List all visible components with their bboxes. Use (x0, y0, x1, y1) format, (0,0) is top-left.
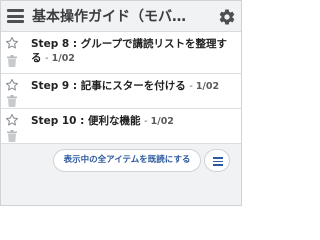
trash-icon[interactable] (7, 55, 17, 67)
item-date: 1/02 (51, 53, 75, 64)
list-item[interactable]: Step 9 : 記事にスターを付ける - 1/02 (1, 74, 241, 109)
header: 基本操作ガイド（モバ… (1, 1, 241, 32)
star-icon[interactable] (5, 113, 19, 127)
app-window: 基本操作ガイド（モバ… Step 8 : グループで講読リストを整理する - 1… (0, 0, 242, 206)
trash-icon[interactable] (7, 95, 17, 107)
list-item[interactable]: Step 8 : グループで講読リストを整理する - 1/02 (1, 32, 241, 74)
star-icon[interactable] (5, 78, 19, 92)
list-item[interactable]: Step 10 : 便利な機能 - 1/02 (1, 109, 241, 144)
list-menu-icon[interactable] (204, 149, 230, 172)
hamburger-menu-icon[interactable] (7, 9, 24, 23)
page-title: 基本操作ガイド（モバ… (32, 9, 186, 25)
trash-icon[interactable] (7, 130, 17, 142)
item-text: Step 9 : 記事にスターを付ける - 1/02 (31, 80, 220, 92)
item-text: Step 10 : 便利な機能 - 1/02 (31, 115, 174, 127)
item-date: 1/02 (195, 81, 220, 92)
item-title: Step 9 : 記事にスターを付ける (31, 80, 186, 92)
article-list: Step 8 : グループで講読リストを整理する - 1/02 Step 9 :… (1, 32, 241, 144)
star-icon[interactable] (5, 36, 19, 50)
item-title: Step 10 : 便利な機能 (31, 115, 141, 127)
item-text: Step 8 : グループで講読リストを整理する - 1/02 (31, 38, 228, 64)
footer: 表示中の全アイテムを既読にする (1, 144, 241, 205)
mark-all-read-button[interactable]: 表示中の全アイテムを既読にする (53, 149, 201, 172)
gear-icon[interactable] (218, 8, 236, 26)
item-date: 1/02 (150, 116, 174, 127)
